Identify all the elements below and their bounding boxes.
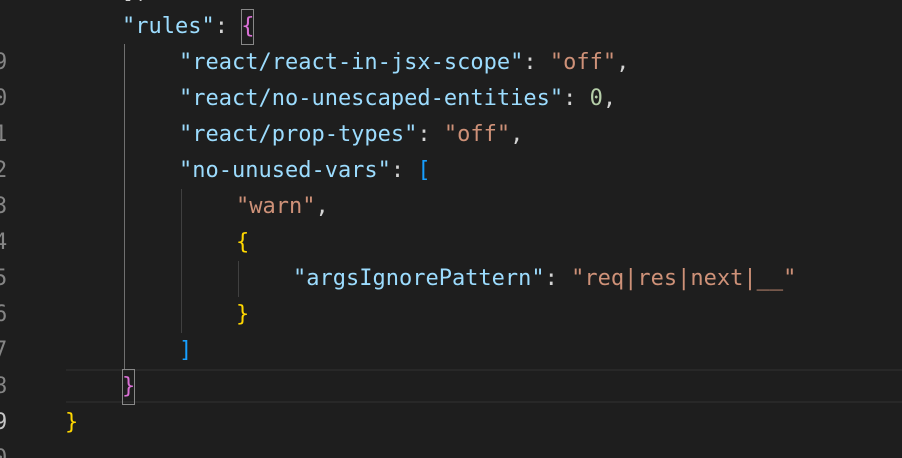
open-brace: { bbox=[236, 230, 250, 255]
code-line[interactable]: 0 } bbox=[0, 405, 902, 458]
json-string: "req|res|next|__" bbox=[571, 266, 797, 291]
json-key: "react/prop-types" bbox=[179, 122, 418, 147]
colon: : bbox=[563, 86, 590, 111]
comma: , bbox=[510, 122, 524, 147]
close-brace-root: } bbox=[65, 410, 79, 435]
json-string: "off" bbox=[549, 50, 617, 75]
code-line[interactable]: 3 "no-unused-vars": [ bbox=[0, 153, 902, 219]
comma: , bbox=[616, 50, 630, 75]
code-line[interactable]: 8 ] bbox=[0, 333, 902, 399]
colon: : bbox=[390, 158, 418, 183]
json-string: "off" bbox=[443, 122, 511, 147]
open-brace-matched: { bbox=[241, 9, 255, 45]
close-bracket: ] bbox=[179, 338, 193, 363]
code-line[interactable]: 1 "react/no-unescaped-entities": 0, bbox=[0, 81, 902, 147]
code-line[interactable]: 0 "react/react-in-jsx-scope": "off", bbox=[0, 45, 902, 111]
json-key: "argsIgnorePattern" bbox=[293, 266, 545, 291]
code-line[interactable]: 6 "argsIgnorePattern": "req|res|next|__" bbox=[0, 261, 902, 327]
close-brace: } bbox=[236, 302, 250, 327]
code-line[interactable]: 2 "react/prop-types": "off", bbox=[0, 117, 902, 183]
open-bracket: [ bbox=[417, 158, 431, 183]
json-number: 0 bbox=[589, 86, 603, 111]
colon: : bbox=[523, 50, 550, 75]
colon: : bbox=[417, 122, 444, 147]
code-line-current[interactable]: 9 } bbox=[0, 369, 902, 435]
comma: , bbox=[315, 194, 329, 219]
line-number: 0 bbox=[0, 441, 14, 458]
json-key: "react/no-unescaped-entities" bbox=[179, 86, 564, 111]
comma: , bbox=[602, 86, 617, 111]
code-line[interactable]: 9 "rules": { bbox=[0, 9, 902, 75]
code-line[interactable]: 7 } bbox=[0, 297, 902, 363]
colon: : bbox=[544, 266, 572, 291]
colon: : bbox=[214, 14, 242, 39]
json-key: "no-unused-vars" bbox=[179, 158, 391, 183]
json-string: "warn" bbox=[236, 194, 316, 219]
code-line[interactable]: 5 { bbox=[0, 225, 902, 291]
code-line[interactable]: 4 "warn", bbox=[0, 189, 902, 255]
code-editor[interactable]: ], 9 "rules": { 0 "react/react-in-jsx-sc… bbox=[0, 0, 902, 458]
json-key: "rules" bbox=[122, 14, 215, 39]
close-brace-matched: } bbox=[122, 369, 136, 405]
json-key: "react/react-in-jsx-scope" bbox=[179, 50, 524, 75]
